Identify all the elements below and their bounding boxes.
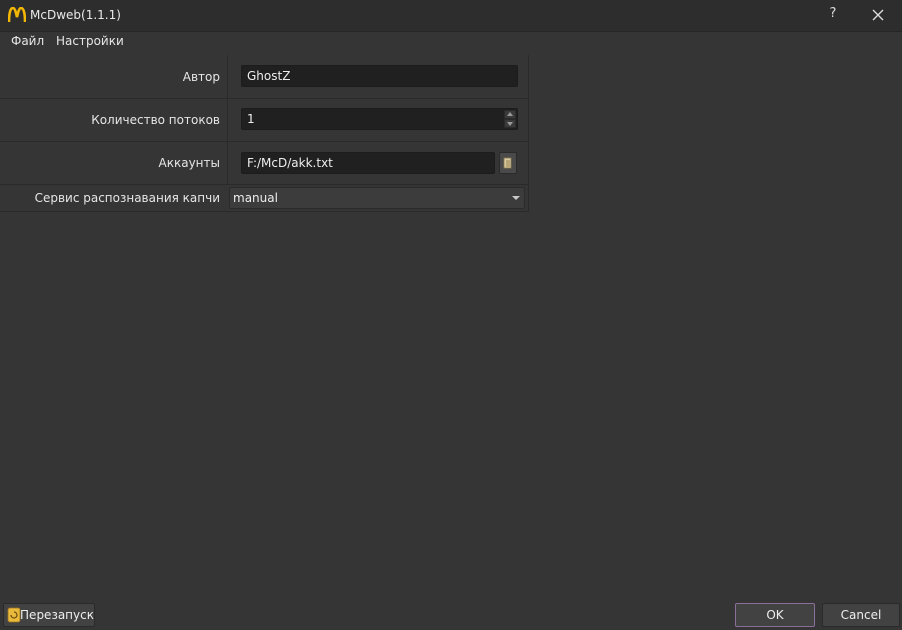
captcha-label: Сервис распознавания капчи: [34, 191, 220, 205]
captcha-row: Сервис распознавания капчи manual: [0, 185, 528, 212]
spin-down-icon[interactable]: [504, 119, 516, 128]
mcdonalds-logo-icon: [8, 7, 26, 23]
ok-button[interactable]: OK: [735, 603, 815, 627]
threads-label: Количество потоков: [91, 113, 220, 127]
accounts-label: Аккаунты: [158, 156, 220, 170]
browse-file-button[interactable]: [499, 152, 517, 174]
threads-value: 1: [247, 112, 255, 126]
close-icon[interactable]: [868, 5, 888, 25]
author-label-cell: Автор: [0, 55, 227, 98]
threads-row: Количество потоков 1: [0, 99, 528, 142]
captcha-label-cell: Сервис распознавания капчи: [0, 185, 227, 211]
chevron-down-icon: [512, 196, 520, 200]
threads-spinbox[interactable]: 1: [241, 108, 518, 130]
menu-bar: Файл Настройки: [0, 31, 902, 53]
threads-label-cell: Количество потоков: [0, 99, 227, 141]
restart-button[interactable]: Перезапуск: [3, 603, 95, 627]
menu-file[interactable]: Файл: [9, 34, 46, 48]
folder-open-icon: [503, 157, 512, 169]
accounts-label-cell: Аккаунты: [0, 142, 227, 184]
author-row: Автор GhostZ: [0, 55, 528, 99]
accounts-path-input[interactable]: F:/McD/akk.txt: [241, 152, 495, 174]
author-label: Автор: [182, 69, 220, 84]
help-button[interactable]: ?: [826, 6, 840, 24]
menu-settings[interactable]: Настройки: [54, 34, 126, 48]
window-title: McDweb(1.1.1): [30, 8, 121, 22]
spin-up-icon[interactable]: [504, 110, 516, 119]
cancel-button[interactable]: Cancel: [822, 603, 900, 627]
author-input[interactable]: GhostZ: [241, 65, 518, 87]
captcha-service-select[interactable]: manual: [229, 187, 525, 209]
restart-icon: [7, 607, 21, 623]
accounts-row: Аккаунты F:/McD/akk.txt: [0, 142, 528, 185]
title-bar: McDweb(1.1.1) ?: [0, 0, 902, 32]
settings-form: Автор GhostZ Количество потоков 1 Аккаун…: [0, 55, 529, 212]
captcha-selected-value: manual: [233, 191, 278, 205]
